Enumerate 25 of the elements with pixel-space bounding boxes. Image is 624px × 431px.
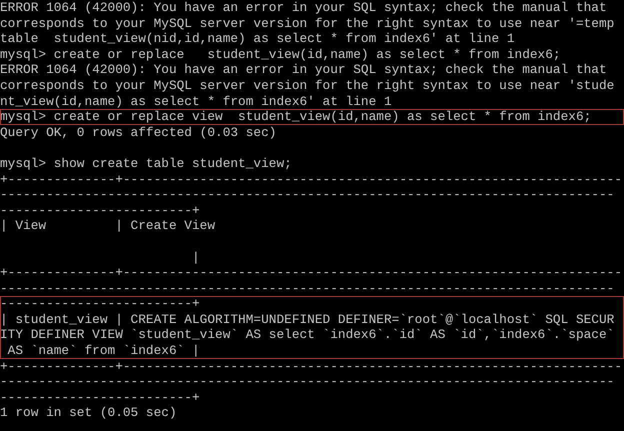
terminal-line: 1 row in set (0.05 sec)	[0, 405, 177, 420]
terminal-line: +--------------+-----------------------------------------------------------------	[0, 172, 622, 187]
terminal-line: mysql> show create table student_view;	[0, 156, 292, 171]
terminal-line: |	[190, 250, 200, 264]
terminal-line: --------------------------------------------------------------------------------	[0, 280, 614, 296]
terminal-line: -------------------------+	[0, 296, 200, 312]
terminal-line: | student_view | CREATE ALGORITHM=UNDEFINED DEFINER=`root`@`localhost` SQL SECUR	[0, 312, 614, 327]
terminal-line: +--------------+-----------------------------------------------------------------	[0, 265, 622, 280]
terminal-line: --------------------------------------------------------------------------------	[0, 187, 614, 202]
terminal-line: +--------------+-----------------------------------------------------------------	[0, 358, 622, 374]
terminal-line: corresponds to your MySQL server version for the right syntax to use near '=temp	[0, 16, 614, 31]
terminal-line: AS `name` from `index6` |	[6, 343, 200, 358]
terminal-line: | View | Create View	[0, 218, 216, 234]
terminal-line: corresponds to your MySQL server version for the right syntax to use near 'stude	[0, 78, 614, 93]
terminal-line: mysql> create or replace view student_view(id,name) as select * from index6;	[0, 109, 592, 124]
terminal-line: mysql> create or replace student_view(id,name) as select * from index6;	[0, 46, 561, 62]
terminal-line: table student_view(nid,id,name) as select * from index6' at line 1	[0, 31, 515, 46]
terminal-line: ITY DEFINER VIEW `student_view` AS select `index6`.`id` AS `id`,`index6`.`space`	[0, 327, 614, 342]
terminal-line: nt_view(id,name) as select * from index6' at line 1	[0, 94, 392, 109]
terminal-line: ERROR 1064 (42000): You have an error in your SQL syntax; check the manual that	[0, 0, 607, 15]
terminal-line: ERROR 1064 (42000): You have an error in your SQL syntax; check the manual that	[0, 62, 607, 78]
terminal-line: --------------------------------------------------------------------------------	[0, 374, 614, 390]
terminal-line: -------------------------+	[0, 390, 200, 405]
terminal-line: Query OK, 0 rows affected (0.03 sec)	[0, 124, 276, 140]
terminal-line: -------------------------+	[0, 202, 200, 218]
